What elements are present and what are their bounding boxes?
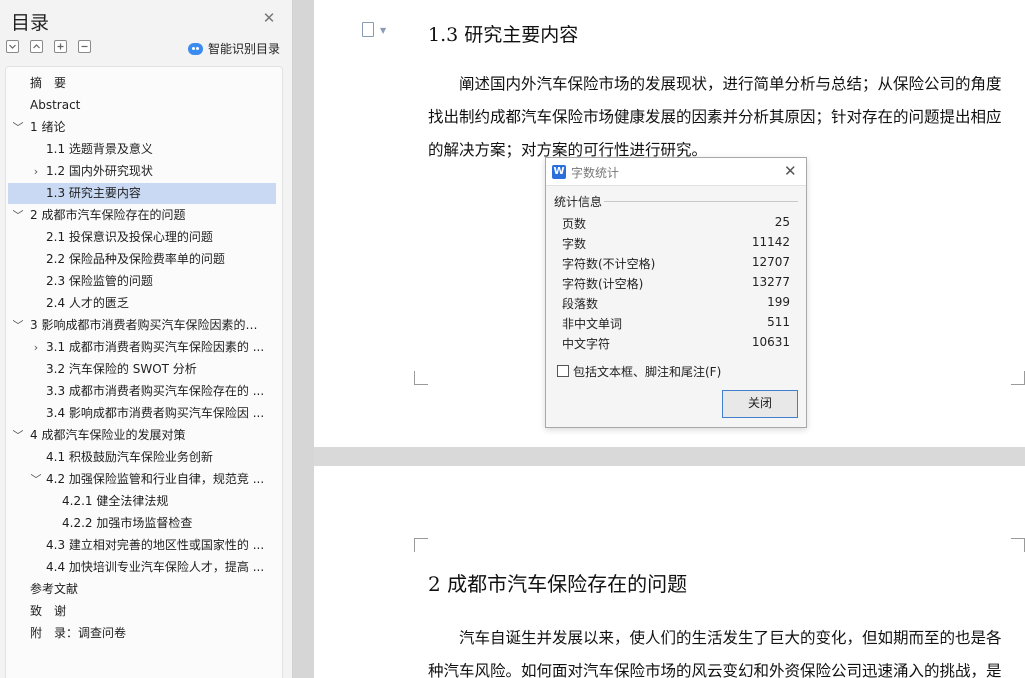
chevron-down-icon[interactable]: ﹀ (12, 425, 24, 446)
toc-item[interactable]: ﹀ 1 绪论 (8, 117, 276, 138)
toc-item[interactable]: 2.3 保险监管的问题 (8, 271, 276, 292)
sidebar-toolbar (6, 40, 91, 53)
stat-row: 字符数(计空格) 13277 (562, 275, 790, 291)
chevron-down-icon[interactable]: ﹀ (12, 117, 24, 138)
toc-item[interactable]: ﹀ 2 成都市汽车保险存在的问题 (8, 205, 276, 226)
chevron-down-icon[interactable]: ﹀ (12, 205, 24, 226)
margin-mark (414, 371, 428, 385)
toc-item[interactable]: 2.2 保险品种及保险费率单的问题 (8, 249, 276, 270)
word-count-dialog: W 字数统计 ✕ 统计信息 页数 25 字数 11142 字符数(不计空格) 1270… (545, 157, 807, 428)
margin-mark (1011, 538, 1025, 552)
toc-item[interactable]: › 1.2 国内外研究现状 (8, 161, 276, 182)
toc-item[interactable]: 4.2.2 加强市场监督检查 (8, 513, 276, 534)
include-notes-checkbox[interactable] (557, 365, 569, 377)
stats-group-label: 统计信息 (554, 195, 603, 209)
chevron-down-icon[interactable]: ﹀ (12, 315, 24, 336)
toc-item[interactable]: 摘 要 (8, 73, 276, 94)
toc-item[interactable]: 3.3 成都市消费者购买汽车保险存在的 ... (8, 381, 276, 402)
toc-item[interactable]: 1.1 选题背景及意义 (8, 139, 276, 160)
toc-item[interactable]: 4.4 加快培训专业汽车保险人才，提高 ... (8, 557, 276, 578)
dialog-titlebar[interactable]: W 字数统计 ✕ (546, 158, 806, 186)
toc-item[interactable]: 2.4 人才的匮乏 (8, 293, 276, 314)
smart-toc-label: 智能识别目录 (208, 42, 281, 56)
toc-tree: 摘 要 Abstract ﹀ 1 绪论 1.1 选题背景及意义 › 1.2 国内外研… (5, 66, 283, 678)
chevron-down-icon[interactable]: ﹀ (30, 469, 42, 490)
stat-row: 中文字符 10631 (562, 335, 790, 351)
toc-item[interactable]: 4.2.1 健全法律法规 (8, 491, 276, 512)
minus-icon[interactable] (78, 40, 91, 53)
toc-item[interactable]: › 3.1 成都市消费者购买汽车保险因素的 ... (8, 337, 276, 358)
stat-row: 字数 11142 (562, 235, 790, 251)
collapse-all-icon[interactable] (30, 40, 43, 53)
chevron-right-icon[interactable]: › (30, 337, 42, 358)
toc-item[interactable]: ﹀ 4.2 加强保险监管和行业自律，规范竞 ... (8, 469, 276, 490)
toc-item[interactable]: 参考文献 (8, 579, 276, 600)
toc-item[interactable]: ﹀ 3 影响成都市消费者购买汽车保险因素的调研 ... (8, 315, 276, 336)
toc-item[interactable]: 3.4 影响成都市消费者购买汽车保险因 ... (8, 403, 276, 424)
stat-row: 页数 25 (562, 215, 790, 231)
plus-icon[interactable] (54, 40, 67, 53)
smart-toc-icon (188, 42, 203, 55)
expand-all-icon[interactable] (6, 40, 19, 53)
toc-item[interactable]: 4.1 积极鼓励汽车保险业务创新 (8, 447, 276, 468)
toc-item-selected[interactable]: 1.3 研究主要内容 (8, 183, 276, 204)
wps-logo-icon: W (552, 165, 566, 179)
document-options-icon[interactable] (362, 22, 374, 37)
close-button[interactable]: 关闭 (722, 390, 798, 418)
sidebar-close-icon[interactable]: ✕ (262, 11, 276, 26)
paragraph-1: 阐述国内外汽车保险市场的发展现状，进行简单分析与总结；从保险公司的角度找出制约成… (428, 75, 1002, 159)
paragraph-2: 汽车自诞生并发展以来，使人们的生活发生了巨大的变化，但如期而至的也是各种汽车风险… (428, 629, 1002, 678)
dialog-title: 字数统计 (571, 166, 620, 180)
toc-item[interactable]: 4.3 建立相对完善的地区性或国家性的 ... (8, 535, 276, 556)
toc-item[interactable]: 2.1 投保意识及投保心理的问题 (8, 227, 276, 248)
heading-2: 2 成都市汽车保险存在的问题 (428, 572, 688, 596)
toc-item[interactable]: 附 录：调查问卷 (8, 623, 276, 644)
stat-row: 字符数(不计空格) 12707 (562, 255, 790, 271)
divider (604, 201, 798, 202)
toc-item[interactable]: 致 谢 (8, 601, 276, 622)
smart-toc-button[interactable]: 智能识别目录 (188, 40, 280, 57)
toc-item[interactable]: Abstract (8, 95, 276, 116)
dialog-close-icon[interactable]: ✕ (784, 162, 797, 180)
toc-sidebar: 目录 ✕ 智能识别目录 摘 要 Abstract ﹀ 1 绪论 1.1 选题背景及… (0, 0, 293, 678)
toc-item[interactable]: ﹀ 4 成都汽车保险业的发展对策 (8, 425, 276, 446)
heading-1-3: 1.3 研究主要内容 (428, 24, 579, 46)
sidebar-splitter[interactable] (294, 0, 314, 678)
caret-down-icon[interactable]: ▼ (380, 26, 386, 35)
chevron-right-icon[interactable]: › (30, 161, 42, 182)
include-notes-label[interactable]: 包括文本框、脚注和尾注(F) (573, 363, 721, 380)
stat-row: 非中文单词 511 (562, 315, 790, 331)
margin-mark (1011, 371, 1025, 385)
sidebar-title: 目录 (11, 12, 50, 34)
margin-mark (414, 538, 428, 552)
stat-row: 段落数 199 (562, 295, 790, 311)
toc-item[interactable]: 3.2 汽车保险的 SWOT 分析 (8, 359, 276, 380)
